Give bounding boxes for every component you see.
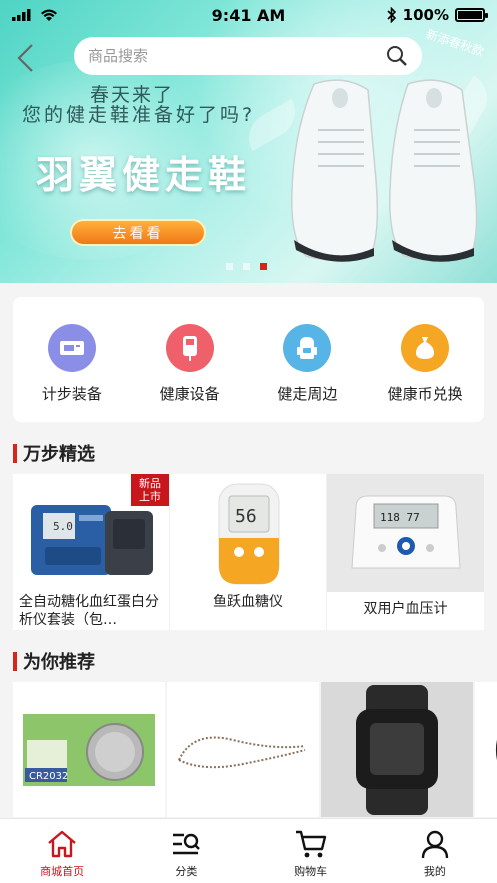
glucose-meter-image: 56 xyxy=(170,474,327,592)
status-bar: 9:41 AM 100% xyxy=(0,0,497,30)
sneaker-image xyxy=(291,79,478,262)
battery-cell-icon: CR2032 xyxy=(23,713,155,786)
category-walking-gear[interactable]: 健走周边 xyxy=(252,324,362,404)
backpack-icon xyxy=(283,324,332,372)
category-label: 健康币兑换 xyxy=(387,385,463,403)
product-card[interactable]: 5.0 新品 上市 全自动糖化血红蛋白分析仪套装（包… xyxy=(13,474,170,630)
recommend-list: CR2032 xyxy=(13,682,497,817)
category-pedometer[interactable]: 计步装备 xyxy=(17,324,127,404)
lanyard-icon xyxy=(178,736,306,768)
category-icon xyxy=(173,833,201,855)
tab-profile[interactable]: 我的 xyxy=(373,819,497,883)
back-arrow-icon[interactable] xyxy=(12,42,40,74)
tab-home[interactable]: 商城首页 xyxy=(0,819,124,883)
tab-label: 我的 xyxy=(423,865,446,878)
tab-label: 商城首页 xyxy=(40,865,85,878)
carousel-indicator[interactable] xyxy=(226,263,267,270)
banner-line-2: 您的健走鞋准备好了吗? xyxy=(22,104,256,126)
blood-pressure-monitor-image: 118 77 xyxy=(327,474,484,592)
watch-band-icon xyxy=(356,684,438,815)
profile-icon xyxy=(421,830,449,859)
section-title-featured: 万步精选 xyxy=(13,440,95,466)
svg-text:CR2032: CR2032 xyxy=(29,771,68,782)
carousel-dot[interactable] xyxy=(243,263,250,270)
battery-icon xyxy=(455,8,488,22)
section-title-recommend: 为你推荐 xyxy=(13,648,95,674)
tab-category[interactable]: 分类 xyxy=(124,819,248,883)
search-input[interactable] xyxy=(88,47,386,65)
product-name: 双用户血压计 xyxy=(327,592,484,630)
carousel-dot-active[interactable] xyxy=(260,263,267,270)
banner-headline: 羽翼健走鞋 xyxy=(36,153,252,197)
category-coin-exchange[interactable]: 健康币兑换 xyxy=(370,324,480,404)
featured-products: 5.0 新品 上市 全自动糖化血红蛋白分析仪套装（包… 56 鱼跃血糖仪 118… xyxy=(13,474,484,630)
product-name: 鱼跃血糖仪 xyxy=(213,594,283,610)
home-icon xyxy=(48,830,76,858)
recommend-item[interactable] xyxy=(475,682,497,817)
category-label: 健康设备 xyxy=(159,385,220,403)
search-icon[interactable] xyxy=(386,45,408,67)
search-bar[interactable] xyxy=(74,37,422,75)
glucose-meter-icon xyxy=(165,324,214,372)
tab-label: 购物车 xyxy=(294,865,328,878)
recommend-item[interactable] xyxy=(167,682,319,817)
new-product-badge: 新品 上市 xyxy=(131,474,169,506)
coin-bag-icon xyxy=(401,324,450,372)
tab-bar: 商城首页 分类 购物车 我的 xyxy=(0,818,497,883)
product-card[interactable]: 56 鱼跃血糖仪 xyxy=(170,474,327,630)
product-card[interactable]: 118 77 双用户血压计 xyxy=(327,474,484,630)
cart-icon xyxy=(295,830,326,858)
category-label: 计步装备 xyxy=(41,385,102,403)
band-partial-icon xyxy=(496,739,497,760)
svg-text:5.0: 5.0 xyxy=(53,520,73,533)
carousel-dot[interactable] xyxy=(226,263,233,270)
product-name: 全自动糖化血红蛋白分析仪套装（包… xyxy=(19,594,159,628)
category-label: 健走周边 xyxy=(277,385,338,403)
pedometer-icon xyxy=(47,324,96,372)
recommend-item[interactable]: CR2032 xyxy=(13,682,165,817)
category-card: 计步装备 健康设备 健走周边 健康币兑换 xyxy=(13,297,484,422)
svg-text:118 77: 118 77 xyxy=(380,511,420,524)
tab-label: 分类 xyxy=(175,865,198,878)
svg-text:56: 56 xyxy=(235,506,257,527)
category-health-device[interactable]: 健康设备 xyxy=(135,324,245,404)
status-time: 9:41 AM xyxy=(211,6,286,25)
recommend-item[interactable] xyxy=(321,682,473,817)
banner-cta-button[interactable]: 去看看 xyxy=(70,219,206,246)
tab-cart[interactable]: 购物车 xyxy=(249,819,373,883)
